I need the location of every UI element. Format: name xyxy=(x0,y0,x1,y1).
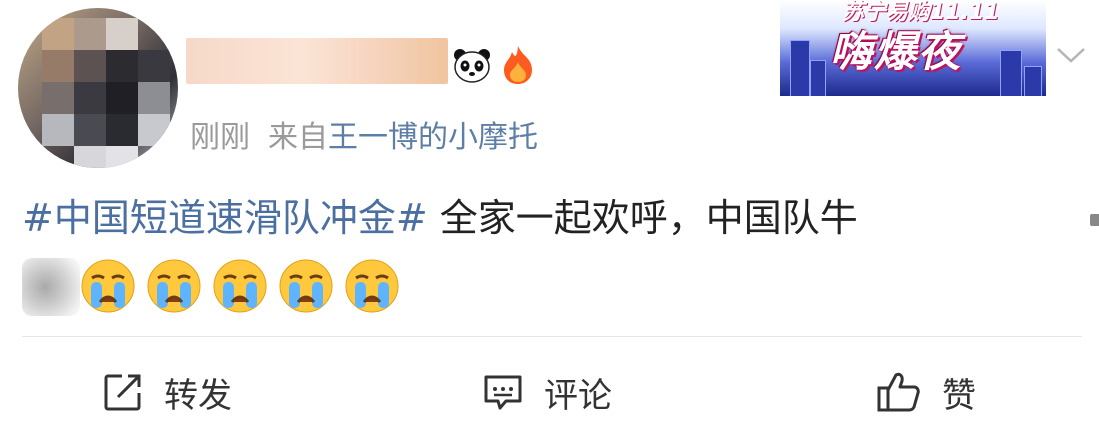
avatar-pixel xyxy=(106,82,138,114)
username-blurred[interactable] xyxy=(186,38,448,84)
avatar-pixel xyxy=(42,18,74,50)
crying-face-icon xyxy=(81,259,135,313)
avatar-pixel xyxy=(138,50,170,82)
comment-icon xyxy=(484,375,522,410)
promo-banner[interactable]: 苏宁易购11.11 嗨爆夜 xyxy=(780,0,1046,96)
weibo-post-card: 刚刚 来自王一博的小摩托 苏宁易购11.11 嗨爆夜 #中国短道速滑队冲金# 全家… xyxy=(0,0,1099,445)
avatar-pixel xyxy=(74,146,106,168)
avatar-pixel xyxy=(74,18,106,50)
avatar-pixel xyxy=(106,18,138,50)
crying-face-icon xyxy=(279,259,333,313)
avatar-pixel xyxy=(106,146,138,168)
divider xyxy=(22,336,1082,337)
chevron-down-icon[interactable] xyxy=(1056,44,1086,66)
avatar-pixel xyxy=(138,114,170,146)
edge-marker xyxy=(1090,214,1099,226)
crying-face-icon xyxy=(147,259,201,313)
user-avatar[interactable] xyxy=(18,8,178,168)
post-content: #中国短道速滑队冲金# 全家一起欢呼，中国队牛 xyxy=(22,188,1092,248)
repost-label: 转发 xyxy=(164,375,232,416)
panda-badge-icon xyxy=(454,49,490,83)
source-prefix: 来自 xyxy=(268,120,328,155)
banner-building xyxy=(1000,50,1022,96)
thumbs-up-icon xyxy=(877,372,920,412)
avatar-pixel xyxy=(106,50,138,82)
crying-face-icon xyxy=(345,259,399,313)
post-source-link[interactable]: 王一博的小摩托 xyxy=(328,120,538,155)
banner-title: 嗨爆夜 xyxy=(830,27,963,76)
like-button[interactable]: 赞 xyxy=(876,368,976,416)
crying-face-icon xyxy=(213,259,267,313)
post-meta: 刚刚 来自王一博的小摩托 xyxy=(190,112,538,156)
banner-building xyxy=(790,40,810,96)
avatar-pixel xyxy=(42,114,74,146)
repost-icon xyxy=(104,374,141,411)
fire-badge-icon xyxy=(504,46,532,84)
post-time: 刚刚 xyxy=(190,120,250,155)
banner-building xyxy=(810,60,826,96)
avatar-pixel xyxy=(106,114,138,146)
blurred-content xyxy=(22,258,80,316)
avatar-pixel xyxy=(74,82,106,114)
topic-hashtag-link[interactable]: #中国短道速滑队冲金# xyxy=(22,196,428,240)
avatar-pixel xyxy=(74,114,106,146)
banner-building xyxy=(1024,66,1042,96)
avatar-pixel xyxy=(42,82,74,114)
comment-button[interactable]: 评论 xyxy=(482,368,612,416)
repost-button[interactable]: 转发 xyxy=(102,368,232,416)
action-bar: 转发 评论 赞 xyxy=(0,338,1099,445)
emoji-row xyxy=(22,254,442,318)
avatar-pixel xyxy=(138,82,170,114)
comment-label: 评论 xyxy=(544,375,612,416)
post-text: 全家一起欢呼，中国队牛 xyxy=(427,196,858,240)
avatar-pixel xyxy=(42,50,74,82)
avatar-pixel xyxy=(74,50,106,82)
like-label: 赞 xyxy=(942,375,976,416)
